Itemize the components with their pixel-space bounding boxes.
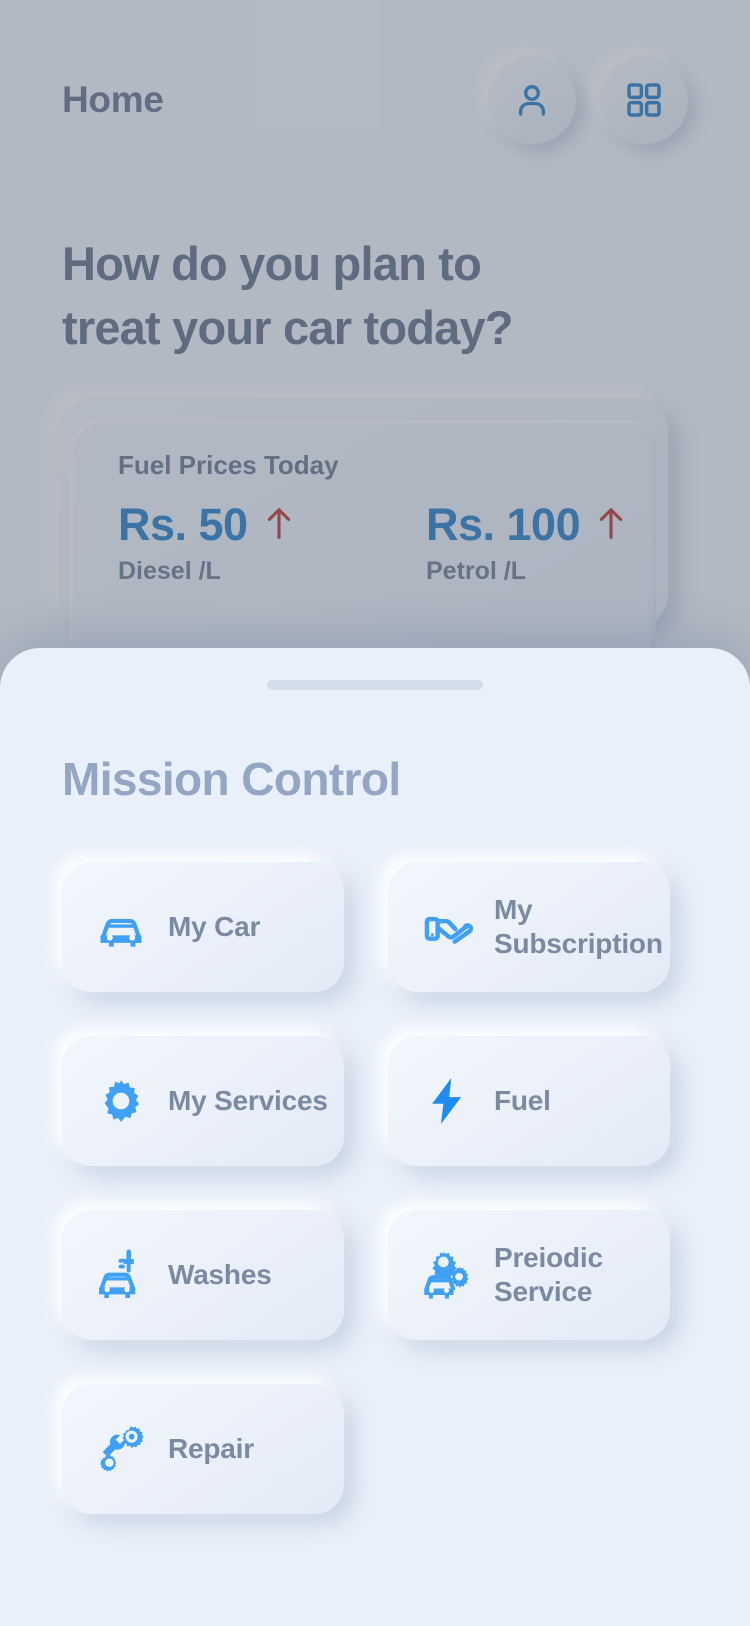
fuel-entries: Rs. 50 Diesel /L Rs. 100 Petrol /L (118, 499, 623, 586)
tile-label: Fuel (494, 1085, 551, 1116)
tile-fuel[interactable]: Fuel (388, 1036, 670, 1166)
sheet-title: Mission Control (62, 753, 401, 805)
fuel-card-inner: Fuel Prices Today Rs. 50 Diesel /L Rs. 1… (70, 420, 656, 668)
tile-label: Washes (168, 1259, 272, 1290)
mission-control-sheet: Mission Control My Car My Subscription M… (0, 648, 750, 1626)
grid-icon (624, 80, 664, 120)
apps-grid-button[interactable] (600, 56, 688, 144)
car-icon (90, 896, 152, 958)
tile-my-car[interactable]: My Car (62, 862, 344, 992)
tile-label: Preiodic Service (494, 1242, 603, 1307)
fuel-entry-petrol: Rs. 100 Petrol /L (426, 499, 642, 586)
app-header: Home (0, 0, 750, 200)
petrol-label: Petrol /L (426, 557, 527, 585)
fuel-entry-diesel: Rs. 50 Diesel /L (118, 499, 334, 586)
gear-icon (90, 1070, 152, 1132)
diesel-price: Rs. 50 (118, 499, 248, 550)
fuel-card-title: Fuel Prices Today (118, 450, 339, 480)
trend-up-icon (264, 505, 294, 546)
page-title: Home (62, 79, 164, 120)
tile-periodic-service[interactable]: Preiodic Service (388, 1210, 670, 1340)
bolt-icon (416, 1070, 478, 1132)
trend-up-icon (596, 505, 626, 546)
profile-icon (511, 79, 553, 121)
fuel-price-line: Rs. 50 (118, 499, 334, 551)
wrench-gears-icon (90, 1418, 152, 1480)
petrol-price: Rs. 100 (426, 499, 581, 550)
mission-control-grid: My Car My Subscription My Services Fuel … (0, 862, 750, 1514)
tile-label: My Services (168, 1085, 328, 1116)
fuel-price-line: Rs. 100 (426, 499, 642, 551)
tile-my-services[interactable]: My Services (62, 1036, 344, 1166)
car-gears-icon (416, 1244, 478, 1306)
tile-washes[interactable]: Washes (62, 1210, 344, 1340)
sheet-drag-handle[interactable] (267, 680, 483, 690)
hero-line-1: How do you plan to (62, 237, 482, 290)
hand-card-icon (416, 896, 478, 958)
tile-label: My Car (168, 911, 261, 942)
header-actions (488, 56, 688, 144)
diesel-label: Diesel /L (118, 557, 221, 585)
profile-button[interactable] (488, 56, 576, 144)
car-wash-icon (90, 1244, 152, 1306)
hero-line-2: treat your car today? (62, 301, 514, 354)
app-root: Home How do you plan to treat your car t… (0, 0, 750, 1626)
tile-label: Repair (168, 1433, 254, 1464)
hero-heading: How do you plan to treat your car today? (62, 232, 662, 360)
tile-my-subscription[interactable]: My Subscription (388, 862, 670, 992)
tile-label: My Subscription (494, 894, 663, 959)
fuel-prices-card[interactable]: Fuel Prices Today Rs. 50 Diesel /L Rs. 1… (58, 398, 668, 668)
tile-repair[interactable]: Repair (62, 1384, 344, 1514)
